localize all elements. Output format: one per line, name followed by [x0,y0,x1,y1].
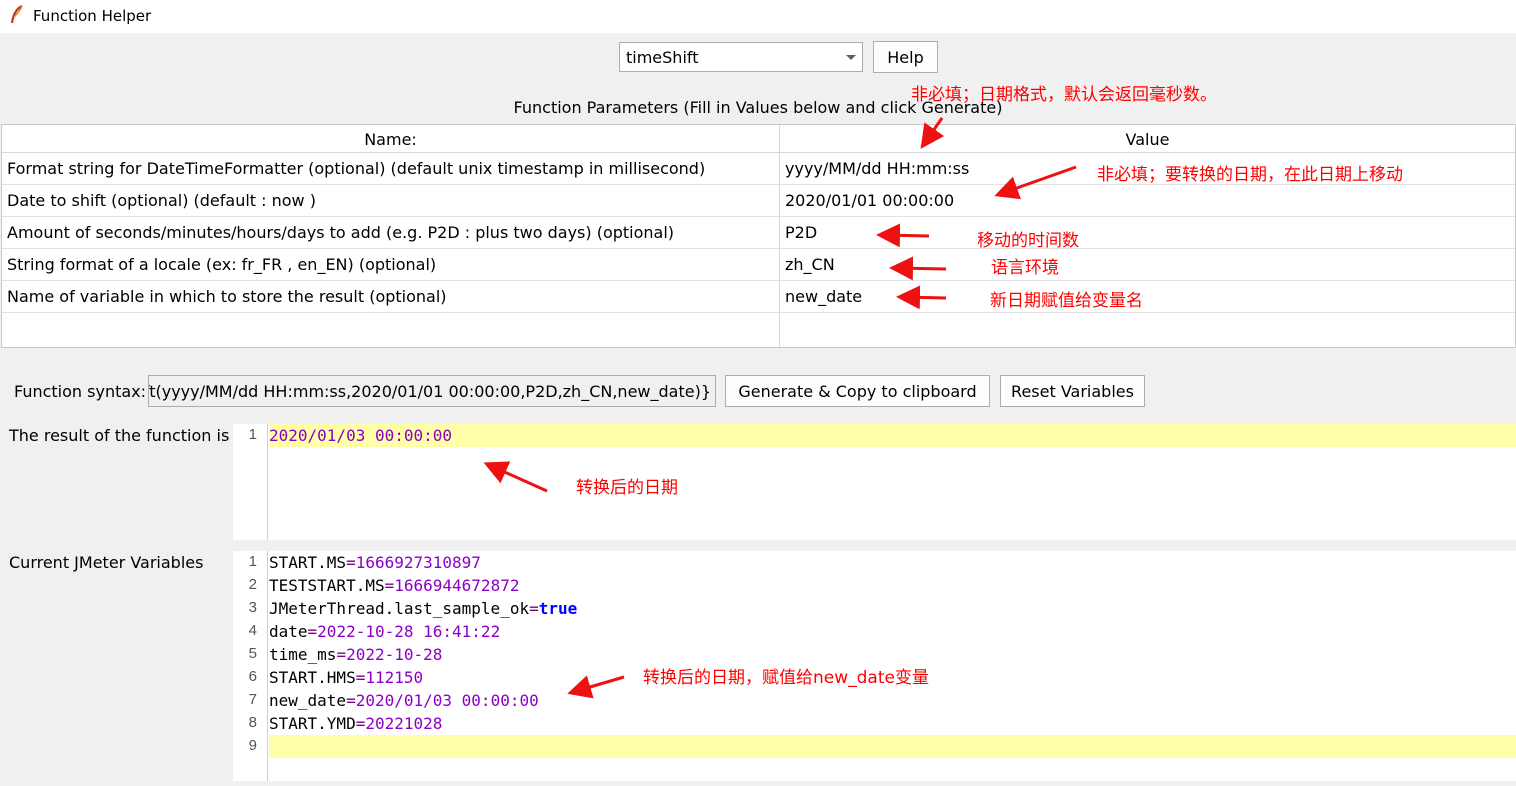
arrow-icon [994,165,1077,200]
arrow-icon [483,461,548,493]
arrow-icon [896,285,947,310]
annotation-arrows [483,117,1077,699]
arrow-icon [876,223,930,248]
arrow-icon [567,675,625,699]
arrow-icon [920,117,945,149]
arrow-icon [889,256,947,281]
